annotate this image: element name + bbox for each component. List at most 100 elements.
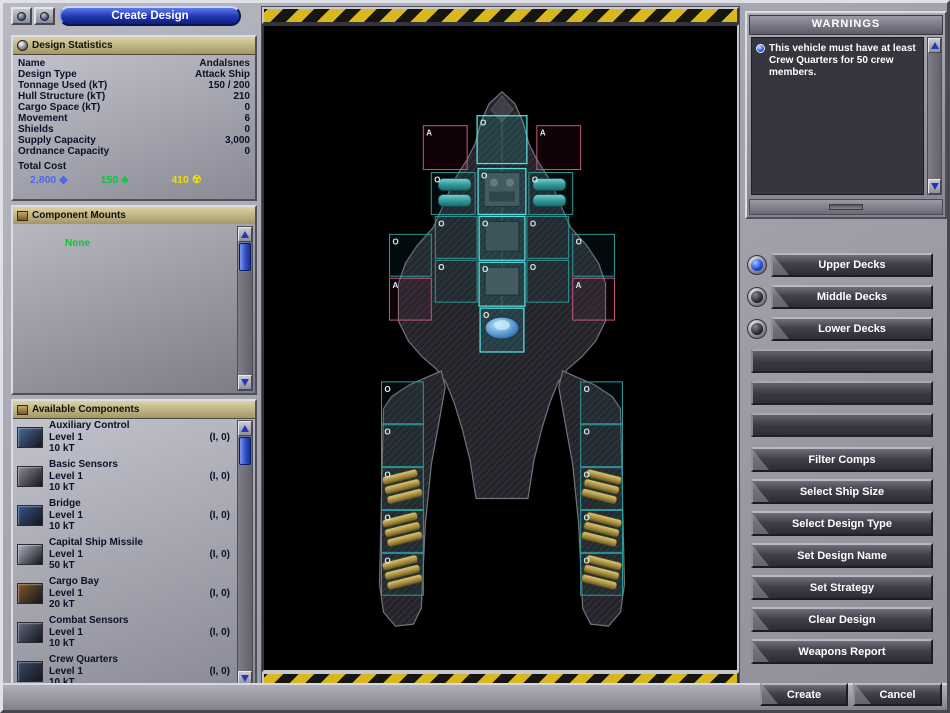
component-name: Auxiliary Control [49,420,209,432]
slot-type-label: O [584,556,590,565]
set-strategy-button[interactable]: Set Strategy [751,575,933,600]
available-components-panel: Available Components Auxiliary ControlLe… [11,399,257,691]
slot-type-label: O [384,556,390,565]
stat-row: Movement6 [18,113,250,124]
slot-type-label: O [584,385,590,394]
clear-design-button[interactable]: Clear Design [751,607,933,632]
knob-dial-icon [40,12,49,21]
resize-handle[interactable] [829,204,863,210]
component-mounts-header: Component Mounts [13,207,255,225]
bridge-icon [17,505,43,526]
component-size: 10 kT [49,482,209,494]
deck-option-upper-decks[interactable]: Upper Decks [771,253,933,277]
stat-row: Hull Structure (kT)210 [18,91,250,102]
scroll-up-button[interactable] [238,227,252,242]
deck-radio-upper-decks[interactable] [747,255,767,275]
select-design-type-button[interactable]: Select Design Type [751,511,933,536]
stat-value: 0 [244,124,250,135]
page-title: Create Design [111,10,188,22]
component-name: Capital Ship Missile [49,537,209,549]
slot-type-label: O [481,172,487,181]
scroll-up-button[interactable] [928,38,941,53]
warnings-panel: WARNINGS This vehicle must have at least… [745,11,947,219]
component-family-info: (I, 0) [209,510,230,521]
component-level: Level 1 [49,510,209,522]
filter-comps-button[interactable]: Filter Comps [751,447,933,472]
cost-value: 150 [101,174,119,186]
stat-label: Hull Structure (kT) [18,91,105,102]
component-list-item[interactable]: Cargo BayLevel 120 kT(I, 0) [15,574,235,613]
slot-type-label: O [384,471,390,480]
component-mounts-panel: Component Mounts None [11,205,257,395]
component-size: 20 kT [49,599,209,611]
deck-option-empty [751,413,933,437]
component-size: 50 kT [49,560,209,572]
component-list-item[interactable]: Combat SensorsLevel 110 kT(I, 0) [15,613,235,652]
scroll-track[interactable] [238,466,252,671]
cost-group: 410☢ [171,174,242,186]
component-family-info: (I, 0) [209,627,230,638]
stat-value: Attack Ship [195,69,250,80]
component-name: Combat Sensors [49,615,209,627]
component-family-info: (I, 0) [209,471,230,482]
warning-text: This vehicle must have at least Crew Qua… [769,43,919,79]
weapons-report-button[interactable]: Weapons Report [751,639,933,664]
hazard-stripe-top [262,7,739,24]
stat-row: Design Type Attack Ship [18,69,250,80]
stat-label: Cargo Space (kT) [18,102,100,113]
set-design-name-button[interactable]: Set Design Name [751,543,933,568]
component-list-item[interactable]: BridgeLevel 110 kT(I, 0) [15,496,235,535]
design-statistics-panel: Design Statistics NameAndalsnesDesign Ty… [11,35,257,201]
select-ship-size-button[interactable]: Select Ship Size [751,479,933,504]
component-list-item[interactable]: Basic SensorsLevel 110 kT(I, 0) [15,457,235,496]
system-knob-icon[interactable] [11,7,32,25]
deck-option-lower-decks[interactable]: Lower Decks [771,317,933,341]
scroll-track[interactable] [238,272,252,375]
scroll-up-button[interactable] [238,421,252,436]
component-mounts-title: Component Mounts [32,210,126,221]
deck-option-row: Upper Decks [747,253,933,277]
arrow-up-icon [241,231,249,238]
scroll-thumb[interactable] [239,437,251,465]
arrow-up-icon [241,425,249,432]
component-list-item[interactable]: Capital Ship MissileLevel 150 kT(I, 0) [15,535,235,574]
stat-label: Design Type [18,69,77,80]
component-size: 10 kT [49,638,209,650]
component-level: Level 1 [49,549,209,561]
arrow-down-icon [241,675,249,682]
component-list-item[interactable]: Crew QuartersLevel 110 kT(I, 0) [15,652,235,687]
components-scrollbar [237,420,253,687]
create-button[interactable]: Create [760,683,848,706]
component-level: Level 1 [49,627,209,639]
component-level: Level 1 [49,588,209,600]
stat-label: Shields [18,124,54,135]
deck-radio-lower-decks[interactable] [747,319,767,339]
slot-type-label: O [392,237,398,246]
available-components-header: Available Components [13,401,255,419]
warnings-scrollbar [927,37,942,195]
scroll-thumb[interactable] [239,243,251,271]
deck-option-middle-decks[interactable]: Middle Decks [771,285,933,309]
radio-dot [751,291,763,303]
stat-row: Shields 0 [18,124,250,135]
stat-row: Ordnance Capacity0 [18,146,250,157]
scroll-down-button[interactable] [928,179,941,194]
component-list: Auxiliary ControlLevel 110 kT(I, 0)Basic… [15,418,235,687]
slot-type-label: O [480,119,486,128]
warning-bullet-icon [756,44,765,53]
component-list-item[interactable]: Auxiliary ControlLevel 110 kT(I, 0) [15,418,235,457]
stat-label: Name [18,58,45,69]
ship-design-viewport: AOAOOOOOOOOOOOAAOOOOOOOOOOO [262,24,739,672]
deck-radio-middle-decks[interactable] [747,287,767,307]
scroll-track[interactable] [928,53,941,179]
crew-quarters-icon [17,661,43,682]
slot-type-label: O [384,385,390,394]
slot-type-label: O [530,263,536,272]
component-text: BridgeLevel 110 kT [49,498,209,533]
system-knob-icon[interactable] [34,7,55,25]
scroll-down-button[interactable] [238,375,252,390]
stat-label: Ordnance Capacity [18,146,109,157]
component-level: Level 1 [49,666,209,678]
stat-label: Supply Capacity [18,135,96,146]
cancel-button[interactable]: Cancel [853,683,942,706]
